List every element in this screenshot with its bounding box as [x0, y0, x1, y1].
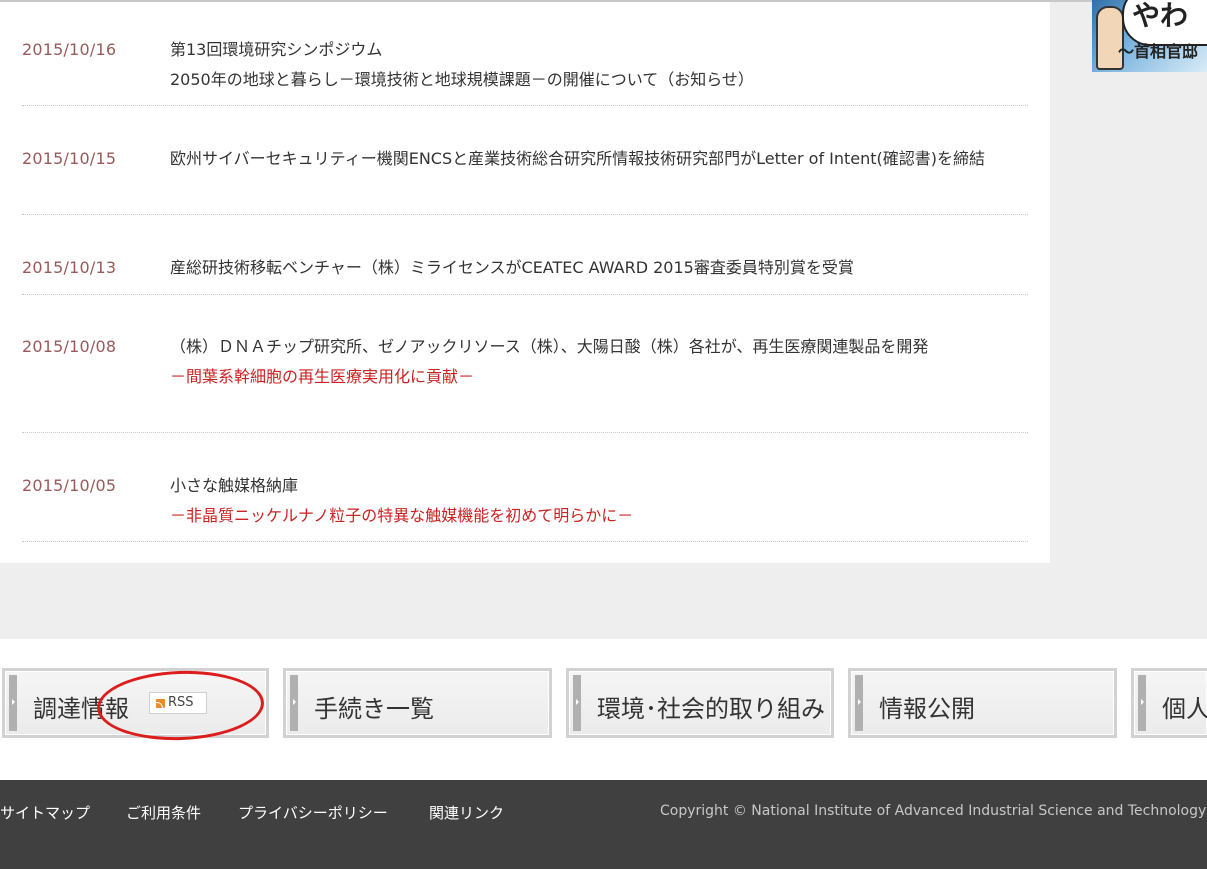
- news-link[interactable]: 産総研技術移転ベンチャー（株）ミライセンスがCEATEC AWARD 2015審…: [170, 253, 1030, 283]
- footer: サイトマップ ご利用条件 プライバシーポリシー 関連リンク Copyright …: [0, 780, 1207, 869]
- news-subtitle: －非晶質ニッケルナノ粒子の特異な触媒機能を初めて明らかに－: [170, 506, 634, 525]
- arrow-icon: [290, 675, 298, 731]
- news-link[interactable]: 小さな触媒格納庫: [170, 471, 1030, 501]
- copyright: Copyright © National Institute of Advanc…: [660, 803, 1207, 819]
- arrow-icon: [9, 675, 17, 731]
- news-subtitle: －間葉系幹細胞の再生医療実用化に貢献－: [170, 367, 475, 386]
- arrow-icon: [1138, 675, 1146, 731]
- news-list: 2015/10/16 第13回環境研究シンポジウム 2050年の地球と暮らし－環…: [0, 2, 1050, 563]
- banner-image[interactable]: やわ 〜首相官邸: [1092, 0, 1207, 72]
- arrow-icon: [855, 675, 863, 731]
- news-link[interactable]: 欧州サイバーセキュリティー機関ENCSと産業技術総合研究所情報技術研究部門がLe…: [170, 144, 1030, 174]
- nav-tile-label: 環境･社会的取り組み: [597, 695, 825, 723]
- nav-tile-procedures[interactable]: 手続き一覧: [283, 668, 552, 738]
- news-link[interactable]: （株）ＤＮＡチップ研究所、ゼノアックリソース（株）、大陽日酸（株）各社が、再生医…: [170, 332, 1030, 362]
- footer-link-sitemap[interactable]: サイトマップ: [0, 802, 90, 823]
- banner-text-top: やわ: [1132, 0, 1189, 32]
- nav-tile-label: 情報公開: [879, 695, 975, 723]
- nav-tile-personal[interactable]: 個人: [1131, 668, 1207, 738]
- list-item[interactable]: 2015/10/16 第13回環境研究シンポジウム 2050年の地球と暮らし－環…: [22, 35, 1028, 106]
- news-date: 2015/10/08: [22, 337, 117, 356]
- list-item[interactable]: 2015/10/15 欧州サイバーセキュリティー機関ENCSと産業技術総合研究所…: [22, 144, 1028, 215]
- news-date: 2015/10/05: [22, 476, 117, 495]
- list-item[interactable]: 2015/10/08 （株）ＤＮＡチップ研究所、ゼノアックリソース（株）、大陽日…: [22, 332, 1028, 433]
- nav-tile-environment-social[interactable]: 環境･社会的取り組み: [566, 668, 834, 738]
- news-date: 2015/10/15: [22, 149, 117, 168]
- footer-link-privacy[interactable]: プライバシーポリシー: [238, 802, 388, 823]
- banner-text-bottom: 〜首相官邸: [1118, 42, 1199, 61]
- news-title-line2: 2050年の地球と暮らし－環境技術と地球規模課題－の開催について（お知らせ）: [170, 70, 754, 89]
- footer-link-related[interactable]: 関連リンク: [429, 802, 504, 823]
- list-item[interactable]: 2015/10/05 小さな触媒格納庫 －非晶質ニッケルナノ粒子の特異な触媒機能…: [22, 471, 1028, 542]
- news-link[interactable]: 第13回環境研究シンポジウム: [170, 35, 1030, 65]
- arrow-icon: [573, 675, 581, 731]
- news-date: 2015/10/16: [22, 40, 117, 59]
- news-date: 2015/10/13: [22, 258, 117, 277]
- nav-tile-label: 手続き一覧: [314, 695, 434, 723]
- nav-tile-label: 個人: [1162, 695, 1207, 723]
- footer-link-terms[interactable]: ご利用条件: [126, 802, 201, 823]
- nav-tile-disclosure[interactable]: 情報公開: [848, 668, 1117, 738]
- list-item[interactable]: 2015/10/13 産総研技術移転ベンチャー（株）ミライセンスがCEATEC …: [22, 253, 1028, 295]
